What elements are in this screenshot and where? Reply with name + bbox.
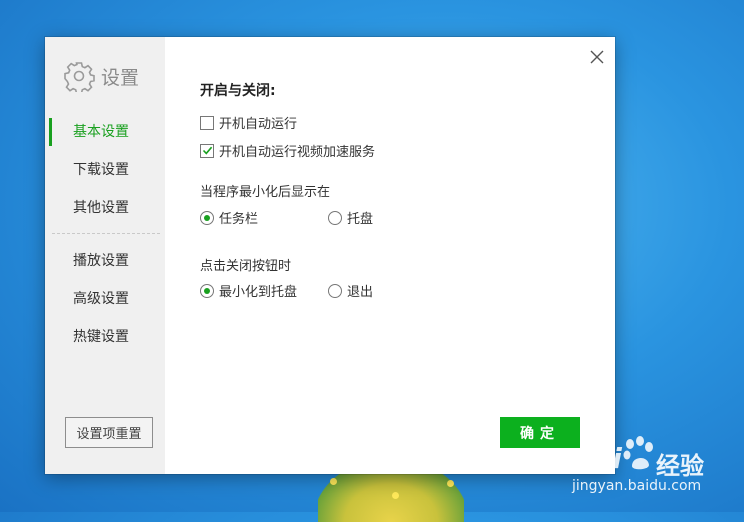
watermark-logo: Bai xyxy=(572,442,622,475)
radio-unselected xyxy=(328,283,342,298)
gear-icon xyxy=(64,62,95,92)
radio-label: 退出 xyxy=(347,285,374,300)
wallpaper-petal xyxy=(392,492,399,499)
checkbox-label: 开机自动运行视频加速服务 xyxy=(219,145,376,160)
radio-label: 最小化到托盘 xyxy=(219,285,298,300)
minimize-group-label: 当程序最小化后显示在 xyxy=(200,185,331,200)
close-group-label: 点击关闭按钮时 xyxy=(200,259,292,274)
minimize-tray-radio[interactable]: 托盘 xyxy=(328,208,373,227)
sidebar-item-hotkey-settings[interactable]: 热键设置 xyxy=(49,321,165,353)
sidebar-item-download-settings[interactable]: 下载设置 xyxy=(49,154,165,186)
sidebar-item-other-settings[interactable]: 其他设置 xyxy=(49,192,165,224)
settings-sidebar: 设置 基本设置 下载设置 其他设置 播放设置 高级设置 热键设置 设置项重置 xyxy=(45,37,165,474)
autostart-acceleration-checkbox[interactable]: 开机自动运行视频加速服务 xyxy=(200,141,375,160)
sidebar-item-basic-settings[interactable]: 基本设置 xyxy=(49,116,165,148)
section-title: 开启与关闭: xyxy=(200,83,276,99)
minimize-taskbar-radio[interactable]: 任务栏 xyxy=(200,208,258,227)
checkbox-label: 开机自动运行 xyxy=(219,117,298,132)
watermark-text: 经验 xyxy=(656,452,704,480)
close-exit-radio[interactable]: 退出 xyxy=(328,281,373,300)
autostart-checkbox[interactable]: 开机自动运行 xyxy=(200,113,297,132)
sidebar-header: 设置 xyxy=(63,61,140,92)
radio-unselected xyxy=(328,210,342,225)
radio-selected xyxy=(200,283,214,298)
watermark-url: jingyan.baidu.com xyxy=(572,478,702,494)
sidebar-title: 设置 xyxy=(101,66,140,89)
checkmark-icon xyxy=(202,146,212,155)
radio-label: 托盘 xyxy=(347,212,374,227)
baidu-jingyan-watermark: Bai 经验 jingyan.baidu.com xyxy=(572,436,744,506)
wallpaper-petal xyxy=(330,478,337,485)
sidebar-item-advanced-settings[interactable]: 高级设置 xyxy=(49,283,165,315)
checkbox-box xyxy=(200,115,214,130)
radio-label: 任务栏 xyxy=(219,212,259,227)
confirm-button[interactable]: 确定 xyxy=(500,417,580,448)
wallpaper-petal xyxy=(447,480,454,487)
checkbox-box-checked xyxy=(200,143,214,158)
settings-dialog: 设置 基本设置 下载设置 其他设置 播放设置 高级设置 热键设置 设置项重置 开… xyxy=(45,37,615,474)
paw-icon xyxy=(623,436,653,470)
radio-selected xyxy=(200,210,214,225)
reset-settings-button[interactable]: 设置项重置 xyxy=(65,417,153,448)
sidebar-divider xyxy=(52,233,160,234)
close-minimize-tray-radio[interactable]: 最小化到托盘 xyxy=(200,281,297,300)
close-icon xyxy=(590,50,604,64)
sidebar-item-playback-settings[interactable]: 播放设置 xyxy=(49,245,165,277)
close-button[interactable] xyxy=(588,48,606,66)
